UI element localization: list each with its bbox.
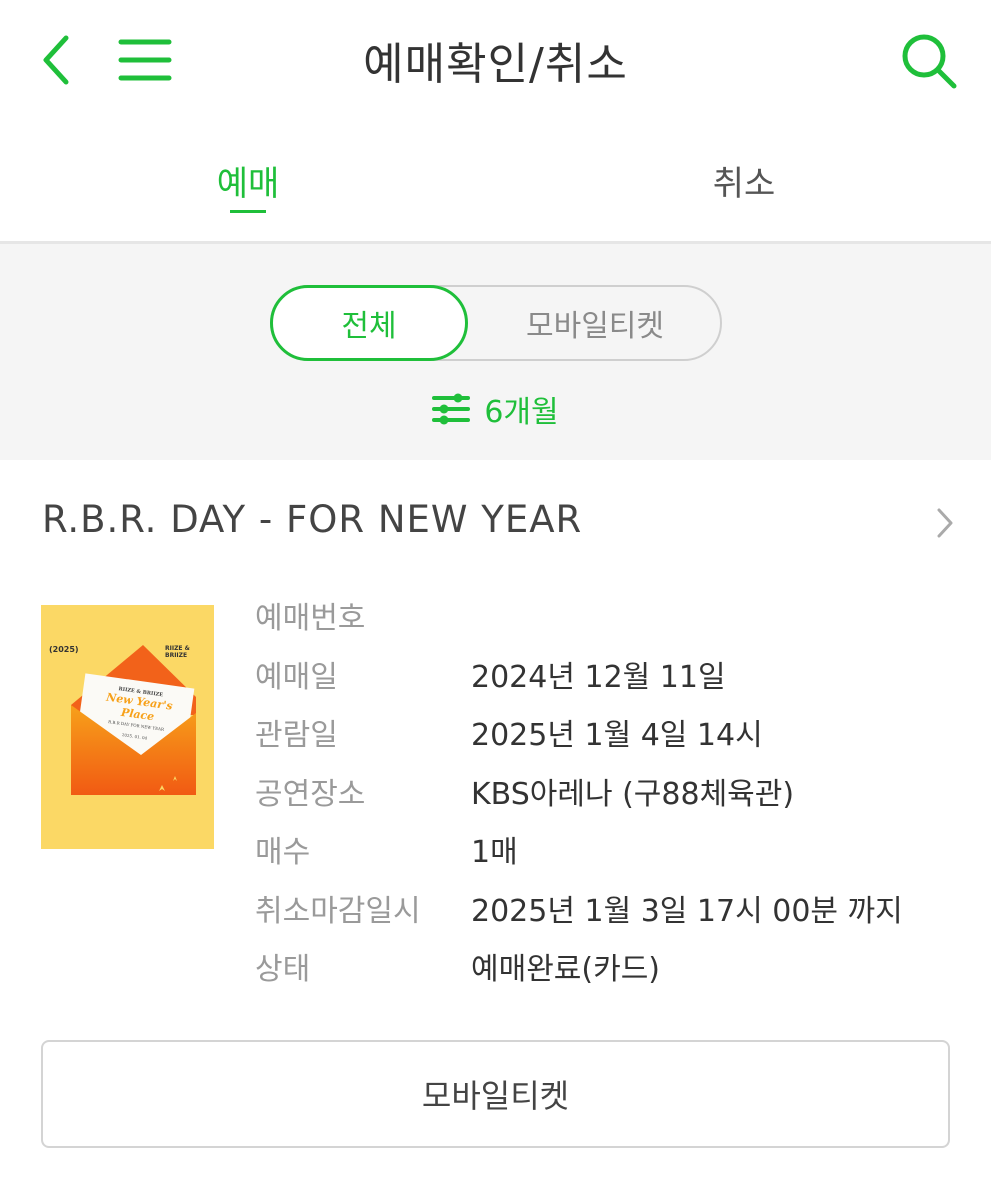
- tab-cancellation[interactable]: 취소: [496, 156, 991, 205]
- detail-value-booking-date: 2024년 12월 11일: [471, 659, 726, 695]
- detail-value-venue: KBS아레나 (구88체육관): [471, 776, 795, 812]
- booking-card: R.B.R. DAY - FOR NEW YEAR (2025) RIIZE &…: [0, 460, 991, 1200]
- detail-value-show-date: 2025년 1월 4일 14시: [471, 718, 763, 753]
- filter-area: 전체 모바일티켓 6개월: [0, 244, 991, 460]
- detail-value-status: 예매완료(카드): [471, 952, 661, 987]
- app-header: 예매확인/취소: [0, 0, 991, 120]
- detail-label-booking-date: 예매일: [255, 659, 338, 695]
- detail-label-show-date: 관람일: [255, 718, 338, 753]
- page-title: 예매확인/취소: [363, 39, 628, 90]
- detail-value-ticket-count: 1매: [471, 835, 518, 870]
- tab-bar: 예매 취소: [0, 120, 991, 244]
- period-label: 6개월: [484, 395, 559, 430]
- segment-control: 전체 모바일티켓: [270, 285, 722, 361]
- search-icon: [902, 34, 957, 89]
- period-filter-button[interactable]: 6개월: [0, 387, 991, 431]
- sliders-icon: [432, 393, 471, 425]
- segment-mobile-ticket[interactable]: 모바일티켓: [468, 287, 722, 359]
- chevron-right-icon[interactable]: [930, 506, 960, 540]
- search-button[interactable]: [894, 28, 964, 94]
- mobile-ticket-button[interactable]: 모바일티켓: [41, 1040, 950, 1148]
- poster-brand: RIIZE & BRIIZE: [165, 645, 190, 659]
- active-tab-indicator: [230, 210, 266, 213]
- tab-reservation[interactable]: 예매: [0, 156, 496, 205]
- segment-all[interactable]: 전체: [270, 285, 468, 361]
- detail-label-booking-number: 예매번호: [255, 601, 366, 636]
- event-title[interactable]: R.B.R. DAY - FOR NEW YEAR: [42, 498, 582, 541]
- detail-label-status: 상태: [255, 952, 311, 987]
- detail-label-cancel-deadline: 취소마감일시: [255, 893, 421, 929]
- poster-year-tag: (2025): [49, 645, 79, 654]
- event-poster[interactable]: (2025) RIIZE & BRIIZE RIIZE & BRIIZE New…: [41, 605, 214, 849]
- detail-label-ticket-count: 매수: [255, 835, 311, 870]
- detail-label-venue: 공연장소: [255, 776, 366, 812]
- detail-value-cancel-deadline: 2025년 1월 3일 17시 00분 까지: [471, 893, 903, 929]
